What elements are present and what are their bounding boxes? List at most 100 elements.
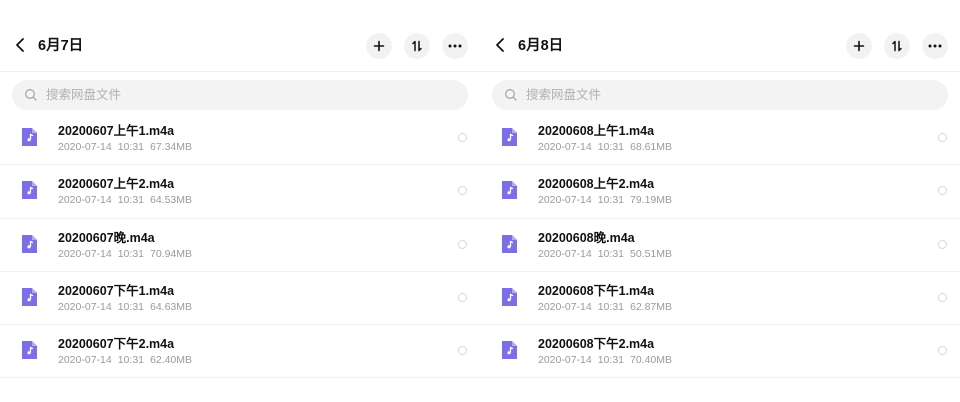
file-time: 10:31 [597, 354, 624, 367]
select-radio[interactable] [458, 346, 467, 356]
search-input[interactable] [46, 80, 446, 110]
file-time: 10:31 [117, 194, 144, 207]
audio-file-icon [502, 234, 517, 253]
file-time: 10:31 [597, 300, 624, 313]
file-list: 20200608上午1.m4a 2020-07-14 10:31 68.61MB 2… [480, 112, 960, 379]
file-size: 50.51MB [630, 247, 673, 260]
file-meta: 2020-07-14 10:31 64.53MB [58, 193, 192, 207]
file-meta: 2020-07-14 10:31 79.19MB [538, 193, 672, 207]
file-size: 62.40MB [150, 354, 193, 367]
file-name: 20200608下午1.m4a [538, 283, 655, 298]
audio-file-icon [22, 234, 37, 253]
file-meta: 2020-07-14 10:31 70.40MB [538, 353, 672, 367]
list-item[interactable]: 20200607下午1.m4a 2020-07-14 10:31 64.63MB [0, 272, 480, 326]
file-meta: 2020-07-14 10:31 70.94MB [58, 247, 192, 261]
more-dots-icon [928, 44, 942, 48]
select-radio[interactable] [458, 133, 467, 142]
page-title: 6月8日 [518, 38, 564, 54]
file-date: 2020-07-14 [538, 194, 592, 207]
file-name: 20200607下午1.m4a [58, 283, 175, 298]
list-item[interactable]: 20200607下午2.m4a 2020-07-14 10:31 62.40MB [0, 325, 480, 379]
file-size: 64.53MB [150, 194, 193, 207]
file-time: 10:31 [597, 194, 624, 207]
select-radio[interactable] [458, 292, 467, 302]
file-date: 2020-07-14 [538, 141, 592, 153]
list-item[interactable]: 20200608上午2.m4a 2020-07-14 10:31 79.19MB [480, 165, 960, 219]
add-button[interactable] [366, 33, 392, 59]
more-button[interactable] [442, 33, 468, 59]
file-date: 2020-07-14 [58, 247, 112, 260]
file-date: 2020-07-14 [58, 300, 112, 313]
select-radio[interactable] [938, 186, 947, 196]
sort-icon [412, 40, 422, 52]
chevron-left-icon [16, 38, 24, 52]
file-name: 20200608上午1.m4a [538, 124, 655, 138]
file-time: 10:31 [117, 141, 144, 153]
file-time: 10:31 [597, 141, 624, 153]
more-button[interactable] [922, 33, 948, 59]
sort-button[interactable] [404, 33, 430, 59]
file-name: 20200608下午2.m4a [538, 337, 655, 352]
file-date: 2020-07-14 [58, 194, 112, 207]
audio-file-icon [22, 341, 37, 360]
search-icon [505, 89, 517, 101]
file-size: 67.34MB [150, 141, 193, 153]
plus-icon [373, 40, 385, 52]
header: 6月8日 [480, 0, 960, 72]
search-bar[interactable] [492, 80, 948, 110]
select-radio[interactable] [938, 133, 947, 142]
file-size: 62.87MB [630, 300, 673, 313]
audio-file-icon [22, 181, 37, 200]
list-item[interactable]: 20200608晚.m4a 2020-07-14 10:31 50.51MB [480, 219, 960, 272]
audio-file-icon [22, 287, 37, 306]
panel-june-7: 6月7日 20200607上午1.m4a 2020-07-14 10:31 67.3… [0, 0, 480, 402]
list-item[interactable]: 20200607上午1.m4a 2020-07-14 10:31 67.34MB [0, 112, 480, 166]
list-item[interactable]: 20200607晚.m4a 2020-07-14 10:31 70.94MB [0, 219, 480, 272]
file-date: 2020-07-14 [538, 300, 592, 313]
file-meta: 2020-07-14 10:31 50.51MB [538, 247, 672, 261]
header: 6月7日 [0, 0, 480, 72]
list-item[interactable]: 20200607上午2.m4a 2020-07-14 10:31 64.53MB [0, 165, 480, 219]
file-time: 10:31 [597, 247, 624, 260]
file-meta: 2020-07-14 10:31 62.40MB [58, 353, 192, 367]
audio-file-icon [502, 181, 517, 200]
select-radio[interactable] [938, 292, 947, 302]
add-button[interactable] [846, 33, 872, 59]
page-title: 6月7日 [38, 38, 84, 54]
sort-icon [892, 40, 902, 52]
file-time: 10:31 [117, 354, 144, 367]
file-name: 20200607晚.m4a [58, 230, 155, 245]
file-name: 20200607上午1.m4a [58, 124, 175, 138]
audio-file-icon [502, 341, 517, 360]
select-radio[interactable] [458, 186, 467, 196]
file-name: 20200608上午2.m4a [538, 177, 655, 192]
file-size: 70.94MB [150, 247, 193, 260]
file-date: 2020-07-14 [538, 247, 592, 260]
search-bar[interactable] [12, 80, 468, 110]
chevron-left-icon [496, 38, 504, 52]
back-button[interactable] [492, 34, 510, 56]
select-radio[interactable] [938, 239, 947, 249]
file-size: 68.61MB [630, 141, 673, 153]
back-button[interactable] [12, 34, 30, 56]
file-meta: 2020-07-14 10:31 62.87MB [538, 300, 672, 314]
search-input[interactable] [526, 80, 926, 110]
audio-file-icon [502, 287, 517, 306]
list-item[interactable]: 20200608下午1.m4a 2020-07-14 10:31 62.87MB [480, 272, 960, 326]
file-size: 64.63MB [150, 300, 193, 313]
file-date: 2020-07-14 [538, 354, 592, 367]
search-icon [25, 89, 37, 101]
file-name: 20200607下午2.m4a [58, 337, 175, 352]
file-meta: 2020-07-14 10:31 64.63MB [58, 300, 192, 314]
file-name: 20200607上午2.m4a [58, 177, 175, 192]
file-size: 79.19MB [630, 194, 673, 207]
sort-button[interactable] [884, 33, 910, 59]
file-size: 70.40MB [630, 354, 673, 367]
panel-june-8: 6月8日 20200608上午1.m4a 2020-07-14 10:31 68.6… [480, 0, 960, 402]
file-meta: 2020-07-14 10:31 68.61MB [538, 140, 672, 154]
list-item[interactable]: 20200608上午1.m4a 2020-07-14 10:31 68.61MB [480, 112, 960, 166]
select-radio[interactable] [938, 346, 947, 356]
list-item[interactable]: 20200608下午2.m4a 2020-07-14 10:31 70.40MB [480, 325, 960, 379]
file-date: 2020-07-14 [58, 354, 112, 367]
select-radio[interactable] [458, 239, 467, 249]
